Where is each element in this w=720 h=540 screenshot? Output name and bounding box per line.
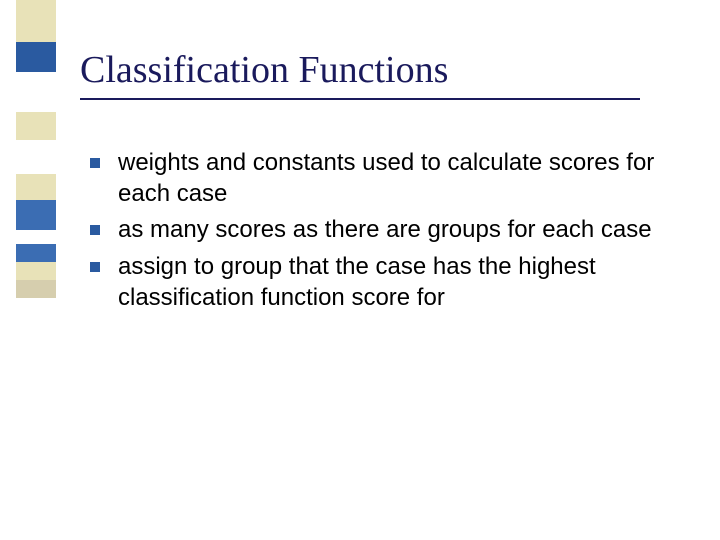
sidebar-block [16,174,56,200]
slide-title: Classification Functions [80,48,690,92]
bullet-item: weights and constants used to calculate … [118,148,690,209]
sidebar-block [16,262,56,280]
bullet-item: as many scores as there are groups for e… [118,215,690,246]
decorative-sidebar [16,0,56,540]
slide-content: Classification Functions weights and con… [80,48,690,320]
sidebar-block [16,112,56,140]
bullet-list: weights and constants used to calculate … [80,148,690,314]
sidebar-block [16,140,56,174]
sidebar-block [16,72,56,112]
sidebar-block [16,200,56,230]
sidebar-block [16,42,56,72]
bullet-text: as many scores as there are groups for e… [118,216,652,243]
title-underline [80,98,640,100]
bullet-text: weights and constants used to calculate … [118,149,654,207]
bullet-text: assign to group that the case has the hi… [118,253,596,311]
sidebar-block [16,230,56,244]
sidebar-block [16,298,56,540]
square-bullet-icon [90,158,100,168]
sidebar-block [16,0,56,42]
square-bullet-icon [90,225,100,235]
square-bullet-icon [90,262,100,272]
sidebar-block [16,280,56,298]
bullet-item: assign to group that the case has the hi… [118,252,690,313]
sidebar-block [16,244,56,262]
